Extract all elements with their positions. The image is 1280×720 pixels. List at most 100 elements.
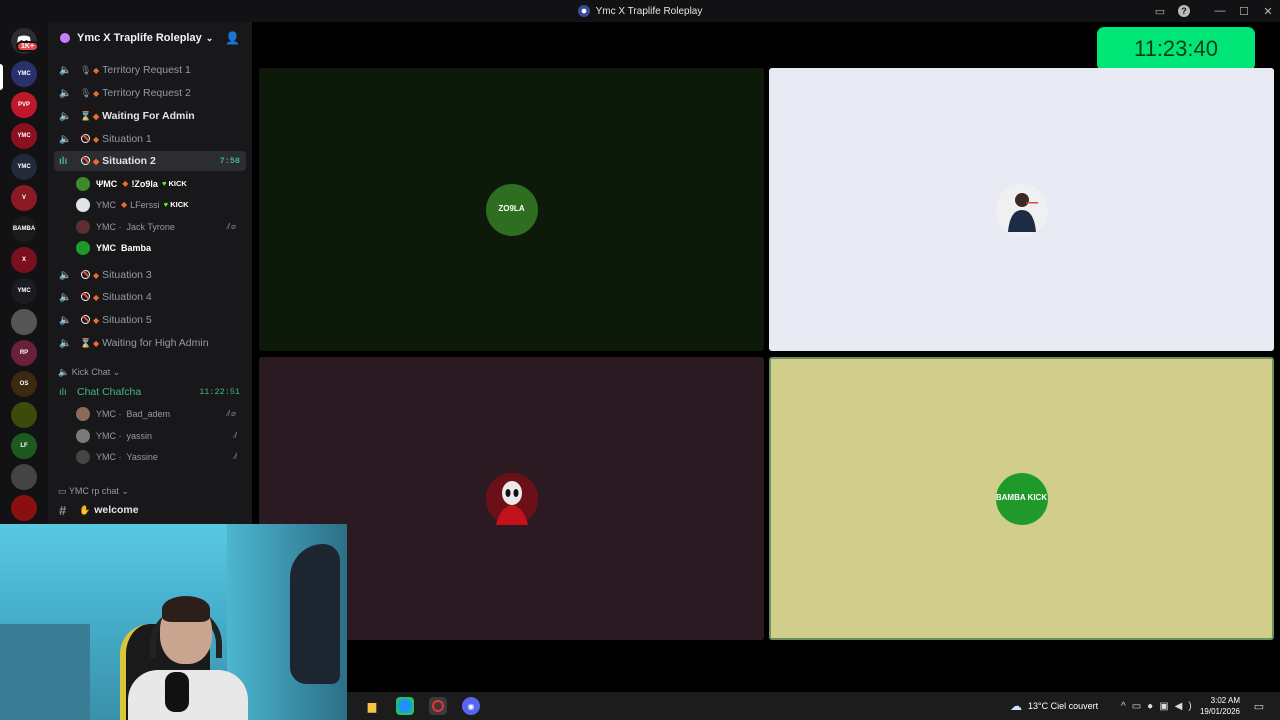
no-entry-icon — [80, 269, 90, 281]
server-icon-15[interactable] — [11, 495, 37, 521]
video-tile-bamba[interactable]: BAMBA KICK — [769, 357, 1274, 640]
video-tile-lferssi[interactable] — [769, 68, 1274, 351]
server-icon-2[interactable]: PVP — [11, 92, 37, 118]
microphone — [165, 672, 189, 712]
server-icon-1[interactable]: YMC — [11, 61, 37, 87]
avatar — [76, 197, 90, 212]
no-entry-icon — [80, 314, 90, 326]
voice-channel-situation-2[interactable]: ılı ◆ Situation 2 7:58 — [54, 151, 246, 171]
voice-channel-territory-request-2[interactable]: 🔈 🎙 ◆ Territory Request 2 — [54, 83, 246, 103]
kick-badge: ♥ KICK — [163, 200, 189, 209]
chevron-down-icon: ⌄ — [121, 486, 129, 496]
diamond-icon: ◆ — [93, 88, 100, 98]
system-tray[interactable]: ^ ▭ ● ▣ ◀) — [1121, 692, 1198, 720]
text-channel-welcome[interactable]: # ✋ welcome — [54, 500, 246, 520]
edge-browser-icon[interactable] — [396, 697, 414, 715]
minimize-button[interactable]: — — [1208, 0, 1232, 22]
server-icon-11[interactable]: OS — [11, 371, 37, 397]
server-icon-9[interactable] — [11, 309, 37, 335]
close-button[interactable]: ✕ — [1256, 0, 1280, 22]
avatar — [76, 240, 90, 255]
microphone-icon: 🎙 — [80, 87, 92, 98]
server-header[interactable]: Ymc X Traplife Roleplay ⌄ 👤 — [48, 22, 252, 54]
speaker-icon: 🔈 — [59, 337, 72, 349]
diamond-icon: ◆ — [93, 315, 100, 325]
server-icon-6[interactable]: BAMBA — [11, 216, 37, 242]
voice-channel-situation-1[interactable]: 🔈 ◆ Situation 1 — [54, 129, 246, 149]
channel-label: Situation 1 — [102, 133, 152, 145]
weather-widget[interactable]: ☁ 13°C Ciel couvert — [1010, 692, 1098, 720]
add-member-icon[interactable]: 👤 — [225, 31, 240, 45]
voice-channel-situation-4[interactable]: 🔈 ◆ Situation 4 — [54, 287, 246, 307]
user-name: !Zo9la — [131, 178, 158, 189]
muted-deafened-icon: ⁄̸ ⌀ — [227, 409, 236, 418]
server-icon-7[interactable]: X — [11, 247, 37, 273]
avatar — [485, 472, 538, 525]
avatar — [76, 406, 90, 421]
category-rp-chat[interactable]: ▭ YMC rp chat ⌄ — [58, 486, 129, 497]
diamond-icon: ◆ — [93, 338, 100, 348]
voice-live-icon: ılı — [59, 155, 68, 167]
speaker-icon: 🔈 — [59, 64, 72, 76]
server-badge-icon — [60, 33, 70, 43]
voice-user[interactable]: YMC · Jack Tyrone ⁄̸ ⌀ — [76, 217, 246, 236]
voice-user[interactable]: YMC · Bad_adem ⁄̸ ⌀ — [76, 404, 246, 423]
video-tile-zo9la[interactable]: ZO9LA — [259, 68, 764, 351]
no-entry-icon — [80, 291, 90, 303]
selected-server-pill — [0, 64, 3, 90]
hourglass-icon: ⌛ — [80, 110, 92, 121]
muted-deafened-icon: ⁄̸ — [234, 431, 236, 440]
voice-channel-situation-3[interactable]: 🔈 ◆ Situation 3 — [54, 265, 246, 285]
channel-label: welcome — [94, 504, 139, 516]
server-icon-12[interactable] — [11, 402, 37, 428]
voice-channel-situation-5[interactable]: 🔈 ◆ Situation 5 — [54, 310, 246, 330]
kick-badge: ♥ KICK — [161, 179, 187, 188]
voice-channel-chat-chafcha[interactable]: ılı Chat Chafcha 11:22:51 — [54, 382, 246, 402]
user-name: Jack Tyrone — [126, 221, 175, 232]
maximize-button[interactable]: ☐ — [1232, 0, 1256, 22]
voice-user[interactable]: YMC · Yassine ⁄̸ — [76, 447, 246, 466]
category-label: Kick Chat — [71, 367, 111, 377]
taskbar-date: 19/01/2026 — [1199, 707, 1240, 716]
category-kick-chat[interactable]: 🔈 Kick Chat ⌄ — [58, 367, 120, 378]
diamond-icon: ◆ — [121, 200, 128, 209]
help-button[interactable]: ? — [1172, 0, 1196, 22]
user-name: Yassine — [126, 451, 158, 462]
user-prefix: YMC · — [96, 221, 122, 232]
voice-user[interactable]: YMC Bamba — [76, 238, 246, 257]
file-explorer-icon[interactable]: ▆ — [363, 697, 381, 715]
user-prefix: YMC — [96, 199, 116, 210]
chevron-up-icon[interactable]: ^ — [1121, 701, 1132, 712]
avatar — [76, 176, 90, 191]
taskbar-clock[interactable]: 3:02 AM 19/01/2026 — [1200, 695, 1240, 717]
voice-channel-waiting-for-high-admin[interactable]: 🔈 ⌛ ◆ Waiting for High Admin — [54, 333, 246, 353]
user-prefix: YMC · — [96, 430, 122, 441]
speaker-icon: 🔈 — [59, 133, 72, 145]
obs-icon[interactable] — [429, 697, 447, 715]
avatar — [76, 219, 90, 234]
server-icon-10[interactable]: RP — [11, 340, 37, 366]
voice-channel-waiting-for-admin[interactable]: 🔈 ⌛ ◆ Waiting For Admin — [54, 106, 246, 126]
channel-timer: 11:22:51 — [199, 387, 240, 397]
discord-taskbar-icon[interactable]: ◉ — [462, 697, 480, 715]
voice-live-icon: ılı — [59, 386, 67, 398]
volume-icon[interactable]: ◀) — [1175, 701, 1198, 712]
voice-user[interactable]: YMC · yassin ⁄̸ — [76, 426, 246, 445]
voice-user[interactable]: ΨMC ◆ !Zo9la ♥ KICK — [76, 174, 246, 193]
notifications-icon[interactable]: ▭ — [1250, 697, 1268, 715]
server-icon-13[interactable]: LF — [11, 433, 37, 459]
voice-user[interactable]: YMC ◆ LFerssi ♥ KICK — [76, 195, 246, 214]
user-prefix: YMC — [96, 242, 116, 253]
server-icon-5[interactable]: V — [11, 185, 37, 211]
server-icon-14[interactable] — [11, 464, 37, 490]
mic-icon: ● — [1147, 700, 1160, 712]
inbox-icon[interactable]: ▭ — [1148, 0, 1172, 22]
clock-overlay: 11:23:40 — [1097, 27, 1255, 71]
voice-channel-territory-request-1[interactable]: 🔈 🎙 ◆ Territory Request 1 — [54, 60, 246, 80]
server-icon-8[interactable]: YMC — [11, 278, 37, 304]
server-icon-4[interactable]: YMC — [11, 154, 37, 180]
server-icon-3[interactable]: YMC — [11, 123, 37, 149]
speaker-icon: 🔈 — [59, 87, 72, 99]
avatar — [76, 449, 90, 464]
diamond-icon: ◆ — [93, 134, 100, 144]
